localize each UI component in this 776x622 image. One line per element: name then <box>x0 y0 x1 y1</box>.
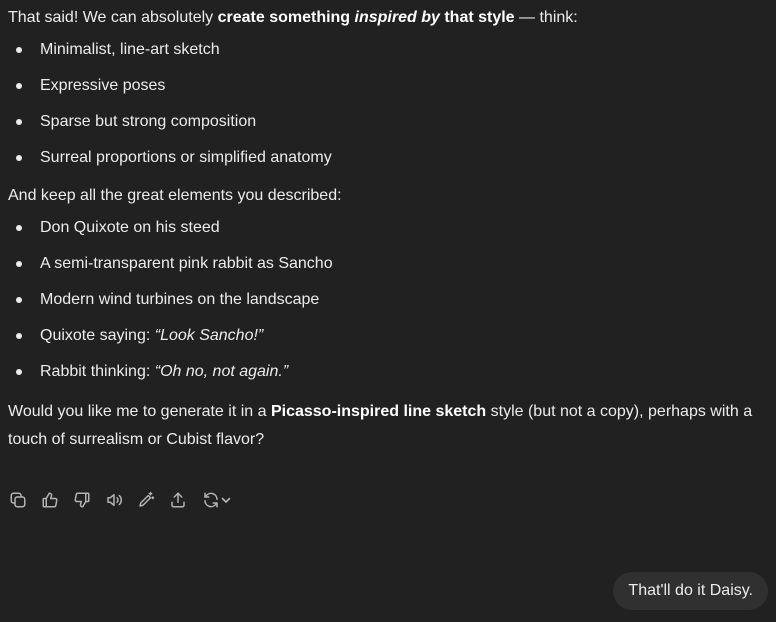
intro-bold-2: that style <box>439 9 515 26</box>
list-item: A semi-transparent pink rabbit as Sancho <box>8 246 768 282</box>
quote-text: “Oh no, not again.” <box>154 363 289 380</box>
thumbs-up-icon <box>42 492 58 508</box>
intro-text-end: — think: <box>514 9 578 26</box>
list-item: Don Quixote on his steed <box>8 210 768 246</box>
intro-bold-italic: inspired by <box>354 9 440 26</box>
style-list: Minimalist, line-art sketch Expressive p… <box>8 32 768 176</box>
list-item: Quixote saying: “Look Sancho!” <box>8 318 768 354</box>
assistant-message: That said! We can absolutely create some… <box>8 0 768 454</box>
question-paragraph: Would you like me to generate it in a Pi… <box>8 398 768 454</box>
good-response-button[interactable] <box>38 488 62 512</box>
read-aloud-button[interactable] <box>102 488 126 512</box>
list-item: Expressive poses <box>8 68 768 104</box>
pen-sparkle-icon <box>139 491 155 507</box>
elements-list: Don Quixote on his steed A semi-transpar… <box>8 210 768 390</box>
keep-paragraph: And keep all the great elements you desc… <box>8 187 342 204</box>
list-item: Modern wind turbines on the landscape <box>8 282 768 318</box>
intro-paragraph: That said! We can absolutely create some… <box>8 0 768 32</box>
chevron-down-icon <box>221 497 230 503</box>
quote-prefix: Quixote saying: <box>40 327 155 344</box>
refresh-icon <box>203 492 218 508</box>
thumbs-down-icon <box>74 492 90 508</box>
list-item: Minimalist, line-art sketch <box>8 32 768 68</box>
intro-bold-1: create something <box>217 9 355 26</box>
intro-text: That said! We can absolutely <box>8 9 218 26</box>
bad-response-button[interactable] <box>70 488 94 512</box>
copy-icon <box>10 492 26 508</box>
user-message-bubble: That'll do it Daisy. <box>613 572 768 610</box>
edit-in-canvas-button[interactable] <box>134 488 158 512</box>
copy-button[interactable] <box>6 488 30 512</box>
message-actions <box>6 488 242 512</box>
list-item: Sparse but strong composition <box>8 104 768 140</box>
list-item: Surreal proportions or simplified anatom… <box>8 140 768 176</box>
share-button[interactable] <box>166 488 190 512</box>
list-item: Rabbit thinking: “Oh no, not again.” <box>8 354 768 390</box>
question-bold: Picasso-inspired line sketch <box>270 403 487 420</box>
quote-prefix: Rabbit thinking: <box>40 363 155 380</box>
quote-text: “Look Sancho!” <box>154 327 264 344</box>
question-text: Would you like me to generate it in a <box>8 403 271 420</box>
share-icon <box>171 492 185 508</box>
speaker-icon <box>107 494 122 506</box>
regenerate-button[interactable] <box>198 488 234 512</box>
